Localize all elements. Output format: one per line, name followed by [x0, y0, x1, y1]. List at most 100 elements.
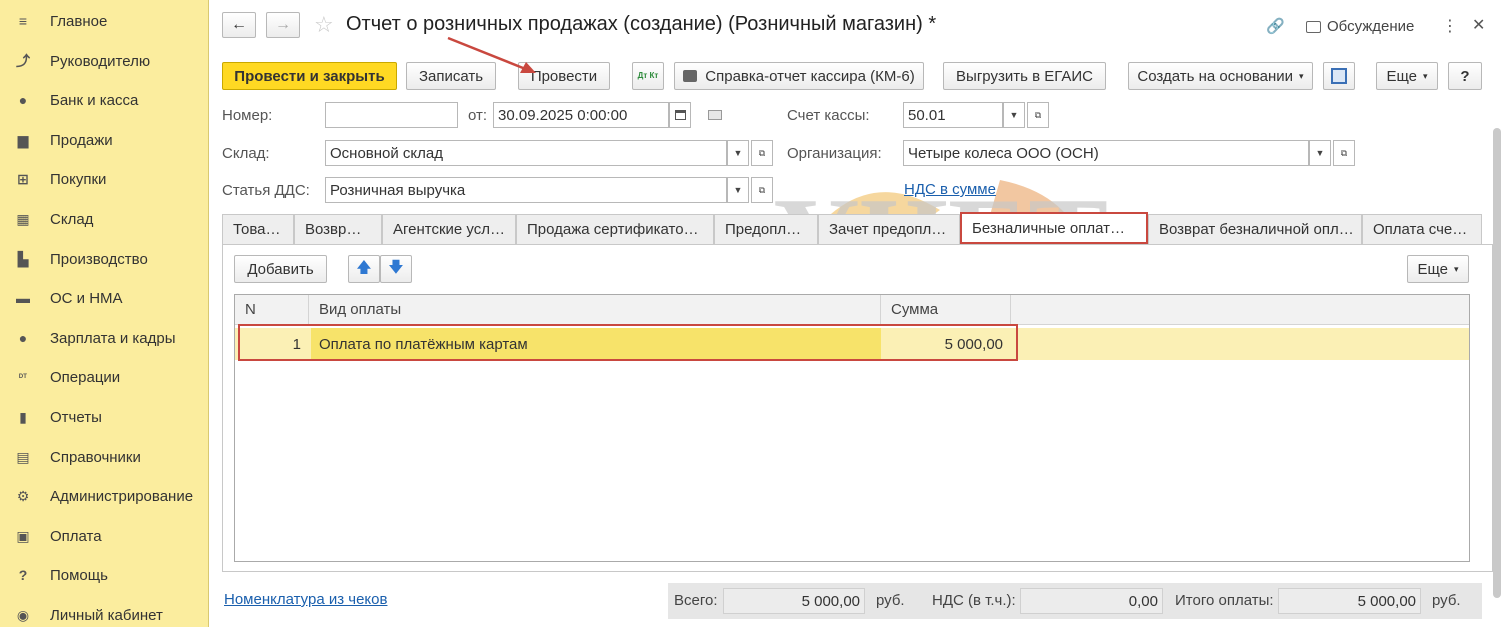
sidebar-item-payment[interactable]: ▣ Оплата: [0, 517, 209, 555]
trend-icon: ⤴: [16, 53, 30, 69]
arrow-down-icon: 🡇: [388, 258, 404, 276]
sidebar-item-production[interactable]: ▙ Производство: [0, 240, 209, 278]
tab-prepayment-offset[interactable]: Зачет предопл…: [818, 214, 960, 244]
total-value: 5 000,00: [723, 588, 865, 614]
warehouse-field[interactable]: Основной склад: [325, 140, 727, 166]
payment-total-label: Итого оплаты:: [1175, 592, 1274, 609]
tab-agent-services[interactable]: Агентские усл…: [382, 214, 516, 244]
sidebar-item-manager[interactable]: ⤴ Руководителю: [0, 42, 209, 80]
sidebar-item-main[interactable]: ≡ Главное: [0, 2, 209, 40]
column-header-amount[interactable]: Сумма: [881, 295, 1011, 325]
tab-cashless-payments[interactable]: Безналичные оплат…: [960, 212, 1148, 244]
column-header-payment-type[interactable]: Вид оплаты: [309, 295, 881, 325]
structure-button[interactable]: [1323, 62, 1355, 90]
gear-icon: ⚙: [16, 487, 30, 504]
tab-certificate-sales[interactable]: Продажа сертификато…: [516, 214, 714, 244]
cell-amount[interactable]: 5 000,00: [881, 328, 1003, 360]
chevron-down-icon: ▼: [733, 148, 743, 158]
menu-icon: ≡: [18, 13, 28, 29]
organization-open[interactable]: ⧉: [1333, 140, 1355, 166]
receipt-items-link[interactable]: Номенклатура из чеков: [224, 591, 387, 608]
open-icon: ⧉: [1340, 147, 1348, 158]
table-more-button[interactable]: Еще ▾: [1407, 255, 1469, 283]
calendar-icon: [674, 110, 686, 120]
dt-kt-button[interactable]: Дт Кт: [632, 62, 664, 90]
create-based-on-button[interactable]: Создать на основании ▾: [1128, 62, 1313, 90]
more-button[interactable]: Еще ▾: [1376, 62, 1438, 90]
close-icon[interactable]: ✕: [1472, 15, 1485, 35]
bag-icon: ▆: [17, 131, 29, 148]
sidebar-item-purchases[interactable]: ⊞ Покупки: [0, 160, 209, 198]
dds-dropdown[interactable]: ▼: [727, 177, 749, 203]
vat-in-amount-link[interactable]: НДС в сумме: [904, 181, 996, 198]
sidebar-item-label: Помощь: [50, 566, 108, 584]
sidebar-item-label: Зарплата и кадры: [50, 329, 176, 347]
sidebar-item-assets[interactable]: ▬ ОС и НМА: [0, 279, 209, 317]
tab-returns[interactable]: Возвр…: [294, 214, 382, 244]
payments-table: N Вид оплаты Сумма 1 Оплата по платёжным…: [234, 294, 1470, 562]
sidebar-item-salary[interactable]: ● Зарплата и кадры: [0, 319, 209, 357]
card-icon: ▣: [16, 527, 30, 544]
cashier-report-label: Справка-отчет кассира (КМ-6): [705, 67, 915, 85]
calendar-button[interactable]: [669, 102, 691, 128]
person-icon: ●: [18, 330, 28, 346]
sidebar-item-label: Руководителю: [50, 52, 151, 70]
post-and-close-button[interactable]: Провести и закрыть: [222, 62, 397, 90]
forward-button[interactable]: →: [266, 12, 300, 38]
warehouse-open[interactable]: ⧉: [751, 140, 773, 166]
more-vertical-icon[interactable]: ⋮: [1442, 16, 1458, 36]
cash-account-dropdown[interactable]: ▼: [1003, 102, 1025, 128]
organization-field[interactable]: Четыре колеса ООО (ОСН): [903, 140, 1309, 166]
egais-export-button[interactable]: Выгрузить в ЕГАИС: [943, 62, 1106, 90]
totals-bar: Всего: 5 000,00 руб. НДС (в т.ч.): 0,00 …: [668, 583, 1482, 619]
sidebar-item-label: Оплата: [50, 527, 102, 545]
sidebar-item-label: Операции: [50, 368, 121, 386]
dds-field[interactable]: Розничная выручка: [325, 177, 727, 203]
tab-goods[interactable]: Това…: [222, 214, 294, 244]
move-up-button[interactable]: 🡅: [348, 255, 380, 283]
cashier-report-button[interactable]: Справка-отчет кассира (КМ-6): [674, 62, 924, 90]
add-button[interactable]: Добавить: [234, 255, 327, 283]
sidebar-item-bank[interactable]: ● Банк и касса: [0, 81, 209, 119]
sidebar-item-admin[interactable]: ⚙ Администрирование: [0, 477, 209, 515]
sidebar-item-help[interactable]: ? Помощь: [0, 556, 209, 594]
arrow-left-icon: ←: [231, 16, 247, 33]
sidebar-item-label: Администрирование: [50, 487, 194, 505]
open-icon: ⧉: [758, 184, 766, 195]
sidebar-item-operations[interactable]: ᴰᵀ Операции: [0, 358, 209, 396]
cash-account-open[interactable]: ⧉: [1027, 102, 1049, 128]
books-icon: ▤: [16, 448, 30, 465]
sidebar-item-label: Банк и касса: [50, 91, 139, 109]
move-down-button[interactable]: 🡇: [380, 255, 412, 283]
help-button[interactable]: ?: [1448, 62, 1482, 90]
date-field[interactable]: 30.09.2025 0:00:00: [493, 102, 669, 128]
tab-invoice-payment[interactable]: Оплата сче…: [1362, 214, 1482, 244]
link-icon[interactable]: 🔗: [1266, 17, 1285, 35]
cell-payment-type[interactable]: Оплата по платёжным картам: [311, 328, 881, 360]
discussion-button[interactable]: Обсуждение: [1306, 18, 1414, 35]
tab-cashless-return[interactable]: Возврат безналичной опл…: [1148, 214, 1362, 244]
scrollbar[interactable]: [1493, 128, 1501, 598]
printer-icon: [683, 70, 698, 82]
cell-n: 1: [292, 335, 301, 353]
sidebar-item-label: Производство: [50, 250, 148, 268]
sidebar-item-reports[interactable]: ▮ Отчеты: [0, 398, 209, 436]
dds-open[interactable]: ⧉: [751, 177, 773, 203]
organization-dropdown[interactable]: ▼: [1309, 140, 1331, 166]
column-header-n[interactable]: N: [235, 295, 309, 325]
number-field[interactable]: [325, 102, 458, 128]
cash-account-field[interactable]: 50.01: [903, 102, 1003, 128]
more-label: Еще: [1386, 67, 1417, 85]
sidebar-item-label: Склад: [50, 210, 94, 228]
warehouse-dropdown[interactable]: ▼: [727, 140, 749, 166]
sidebar-item-account[interactable]: ◉ Личный кабинет: [0, 596, 209, 627]
back-button[interactable]: ←: [222, 12, 256, 38]
tab-prepayment[interactable]: Предопл…: [714, 214, 818, 244]
sidebar-item-sales[interactable]: ▆ Продажи: [0, 121, 209, 159]
warehouse-label: Склад:: [222, 145, 270, 162]
sidebar-item-label: Покупки: [50, 170, 107, 188]
open-icon: ⧉: [1034, 109, 1042, 120]
star-icon[interactable]: ☆: [314, 12, 334, 38]
sidebar-item-warehouse[interactable]: ▦ Склад: [0, 200, 209, 238]
sidebar-item-references[interactable]: ▤ Справочники: [0, 438, 209, 476]
